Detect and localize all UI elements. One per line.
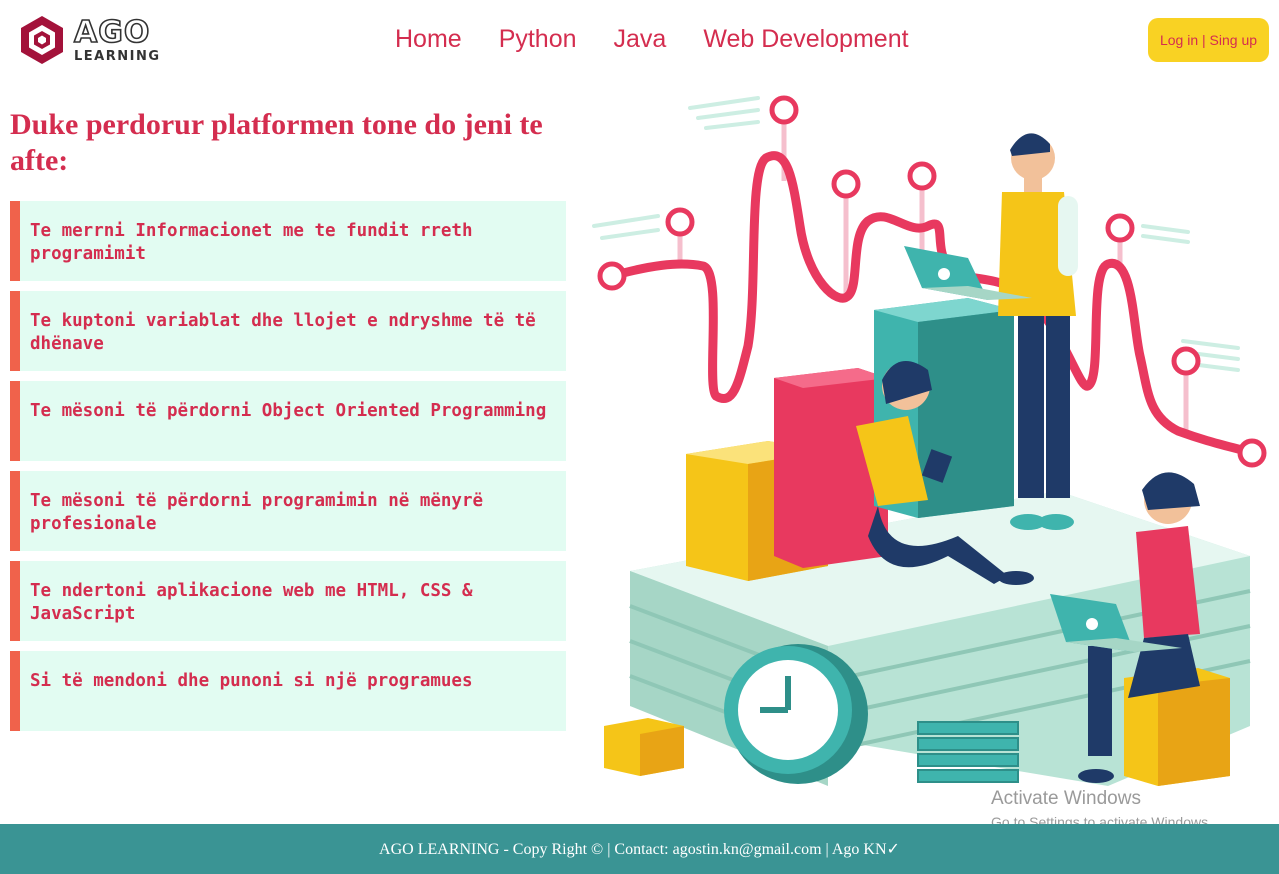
feature-text: Te mësoni të përdorni Object Oriented Pr… bbox=[30, 401, 547, 421]
site-footer: AGO LEARNING - Copy Right © | Contact: a… bbox=[0, 824, 1279, 874]
feature-list: Te merrni Informacionet me te fundit rre… bbox=[10, 201, 566, 741]
hexagon-logo-icon bbox=[21, 16, 63, 64]
feature-item: Te mësoni të përdorni Object Oriented Pr… bbox=[10, 381, 566, 461]
nav-home[interactable]: Home bbox=[395, 22, 462, 56]
watermark-title: Activate Windows bbox=[991, 788, 1141, 809]
feature-item: Te merrni Informacionet me te fundit rre… bbox=[10, 201, 566, 281]
nav-web-development[interactable]: Web Development bbox=[703, 22, 908, 56]
main-nav: Home Python Java Web Development bbox=[395, 22, 946, 56]
feature-item: Te ndertoni aplikacione web me HTML, CSS… bbox=[10, 561, 566, 641]
nav-python[interactable]: Python bbox=[499, 22, 577, 56]
footer-text: AGO LEARNING - Copy Right © | Contact: a… bbox=[379, 841, 900, 858]
login-signup-button[interactable]: Log in | Sing up bbox=[1148, 18, 1269, 62]
feature-item: Te kuptoni variablat dhe llojet e ndrysh… bbox=[10, 291, 566, 371]
brand-logo[interactable]: AGO LEARNING bbox=[18, 14, 168, 66]
brand-tagline: LEARNING bbox=[74, 48, 161, 64]
nav-java[interactable]: Java bbox=[614, 22, 667, 56]
feature-text: Te merrni Informacionet me te fundit rre… bbox=[30, 221, 473, 264]
feature-item: Te mësoni të përdorni programimin në mën… bbox=[10, 471, 566, 551]
page-headline: Duke perdorur platformen tone do jeni te… bbox=[10, 108, 543, 177]
feature-text: Te mësoni të përdorni programimin në mën… bbox=[30, 491, 484, 534]
feature-item: Si të mendoni dhe punoni si një programu… bbox=[10, 651, 566, 731]
feature-text: Te ndertoni aplikacione web me HTML, CSS… bbox=[30, 581, 473, 624]
learning-team-illustration bbox=[592, 95, 1267, 786]
brand-name: AGO bbox=[73, 14, 151, 50]
feature-text: Si të mendoni dhe punoni si një programu… bbox=[30, 671, 473, 691]
feature-text: Te kuptoni variablat dhe llojet e ndrysh… bbox=[30, 311, 536, 354]
